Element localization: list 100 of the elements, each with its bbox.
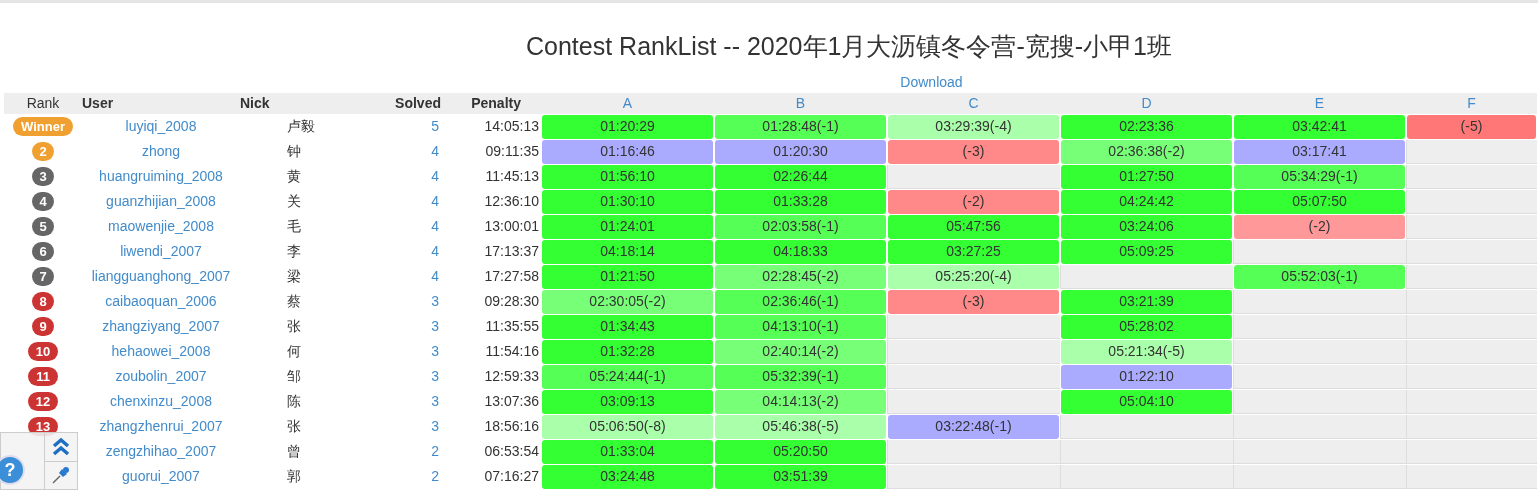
problem-cell: 02:40:14(-2) bbox=[715, 339, 886, 364]
rank-badge: 6 bbox=[32, 242, 54, 261]
penalty-text: 09:28:30 bbox=[484, 292, 539, 311]
problem-cell: 05:21:34(-5) bbox=[1061, 339, 1232, 364]
penalty-text: 17:27:58 bbox=[484, 267, 539, 286]
rank-badge: 2 bbox=[32, 142, 54, 161]
user-link[interactable]: zoubolin_2007 bbox=[115, 366, 207, 387]
rank-badge: 11 bbox=[28, 367, 58, 386]
solved-link[interactable]: 4 bbox=[431, 216, 439, 237]
problem-cell: (-5) bbox=[1407, 114, 1536, 139]
solved-link[interactable]: 2 bbox=[431, 441, 439, 462]
rank-badge: 4 bbox=[32, 192, 54, 211]
problem-cell: 03:17:41 bbox=[1234, 139, 1405, 164]
problem-cell: (-3) bbox=[888, 289, 1059, 314]
solved-link[interactable]: 4 bbox=[431, 241, 439, 262]
solved-link[interactable]: 3 bbox=[431, 291, 439, 312]
problem-cell: 05:47:56 bbox=[888, 214, 1059, 239]
user-link[interactable]: luyiqi_2008 bbox=[125, 116, 197, 137]
penalty-text: 11:35:55 bbox=[485, 317, 539, 336]
solved-link[interactable]: 3 bbox=[431, 316, 439, 337]
problem-cell: 05:06:50(-8) bbox=[542, 414, 713, 439]
problem-cell: 01:27:50 bbox=[1061, 164, 1232, 189]
user-link[interactable]: liwendi_2007 bbox=[120, 241, 202, 262]
problem-header-link[interactable]: E bbox=[1314, 93, 1325, 114]
problem-cell: 03:24:06 bbox=[1061, 214, 1232, 239]
penalty-text: 14:05:13 bbox=[484, 117, 539, 136]
user-link[interactable]: liangguanghong_2007 bbox=[91, 266, 231, 287]
problem-cell: 01:28:48(-1) bbox=[715, 114, 886, 139]
problem-header-link[interactable]: D bbox=[1141, 93, 1152, 114]
problem-cell: 05:09:25 bbox=[1061, 239, 1232, 264]
nick-text: 关 bbox=[287, 192, 301, 211]
user-link[interactable]: maowenjie_2008 bbox=[108, 216, 214, 237]
user-link[interactable]: huangruiming_2008 bbox=[99, 166, 223, 187]
solved-link[interactable]: 4 bbox=[431, 191, 439, 212]
problem-header-link[interactable]: A bbox=[622, 93, 633, 114]
problem-cell: 05:07:50 bbox=[1234, 189, 1405, 214]
user-link[interactable]: caibaoquan_2006 bbox=[105, 291, 217, 312]
solved-link[interactable]: 4 bbox=[431, 141, 439, 162]
rank-badge: Winner bbox=[13, 117, 73, 136]
solved-link[interactable]: 5 bbox=[431, 116, 439, 137]
help-button[interactable]: ? bbox=[0, 455, 25, 485]
problem-cell: 05:25:20(-4) bbox=[888, 264, 1059, 289]
user-link[interactable]: zhong bbox=[141, 141, 181, 162]
rank-badge: 12 bbox=[28, 392, 58, 411]
user-link[interactable]: guanzhijian_2008 bbox=[106, 191, 216, 212]
user-link[interactable]: zengzhihao_2007 bbox=[105, 441, 217, 462]
problem-cell: 01:21:50 bbox=[542, 264, 713, 289]
nick-text: 曾 bbox=[287, 442, 301, 461]
problem-cell: 03:21:39 bbox=[1061, 289, 1232, 314]
solved-link[interactable]: 4 bbox=[431, 266, 439, 287]
user-link[interactable]: zhangzhenrui_2007 bbox=[99, 416, 223, 437]
nick-text: 梁 bbox=[287, 267, 301, 286]
solved-link[interactable]: 4 bbox=[431, 166, 439, 187]
nick-text: 卢毅 bbox=[287, 117, 315, 136]
solved-link[interactable]: 3 bbox=[431, 416, 439, 437]
rank-badge: 9 bbox=[32, 317, 54, 336]
problem-cell: 02:36:38(-2) bbox=[1061, 139, 1232, 164]
penalty-text: 11:54:16 bbox=[485, 342, 539, 361]
problem-cell: 04:14:13(-2) bbox=[715, 389, 886, 414]
solved-link[interactable]: 3 bbox=[431, 366, 439, 387]
problem-cell: 04:24:42 bbox=[1061, 189, 1232, 214]
problem-cell: 01:30:10 bbox=[542, 189, 713, 214]
problem-cell: 01:20:29 bbox=[542, 114, 713, 139]
nick-text: 蔡 bbox=[287, 292, 301, 311]
user-link[interactable]: zhangziyang_2007 bbox=[102, 316, 220, 337]
user-link[interactable]: hehaowei_2008 bbox=[111, 341, 211, 362]
problem-header-link[interactable]: B bbox=[795, 93, 806, 114]
solved-link[interactable]: 3 bbox=[431, 391, 439, 412]
user-link[interactable]: guorui_2007 bbox=[122, 466, 200, 487]
rank-badge: 3 bbox=[32, 167, 54, 186]
solved-link[interactable]: 2 bbox=[431, 466, 439, 487]
problem-cell: 01:22:10 bbox=[1061, 364, 1232, 389]
column-header: Nick bbox=[240, 94, 270, 113]
pin-icon bbox=[51, 465, 71, 486]
problem-cell: 05:20:50 bbox=[715, 439, 886, 464]
problem-cell: 03:09:13 bbox=[542, 389, 713, 414]
column-header: Penalty bbox=[471, 94, 521, 113]
user-link[interactable]: chenxinzu_2008 bbox=[110, 391, 212, 412]
nick-text: 毛 bbox=[287, 217, 301, 236]
penalty-text: 18:56:16 bbox=[484, 417, 539, 436]
download-link[interactable]: Download bbox=[900, 73, 963, 93]
penalty-text: 11:45:13 bbox=[485, 167, 539, 186]
double-chevron-up-icon bbox=[51, 436, 71, 457]
nick-text: 张 bbox=[287, 417, 301, 436]
rank-badge: 7 bbox=[32, 267, 54, 286]
penalty-text: 13:00:01 bbox=[484, 217, 539, 236]
problem-cell: 01:33:04 bbox=[542, 439, 713, 464]
solved-link[interactable]: 3 bbox=[431, 341, 439, 362]
problem-cell: 05:34:29(-1) bbox=[1234, 164, 1405, 189]
problem-cell: 01:33:28 bbox=[715, 189, 886, 214]
nick-text: 黄 bbox=[287, 167, 301, 186]
problem-header-link[interactable]: C bbox=[968, 93, 979, 114]
nick-text: 张 bbox=[287, 317, 301, 336]
penalty-text: 07:16:27 bbox=[484, 467, 539, 486]
problem-cell: 03:51:39 bbox=[715, 464, 886, 489]
problem-cell: 02:26:44 bbox=[715, 164, 886, 189]
problem-cell: 04:18:14 bbox=[542, 239, 713, 264]
problem-header-link[interactable]: F bbox=[1467, 93, 1476, 114]
penalty-text: 12:36:10 bbox=[484, 192, 539, 211]
problem-cell: 01:34:43 bbox=[542, 314, 713, 339]
